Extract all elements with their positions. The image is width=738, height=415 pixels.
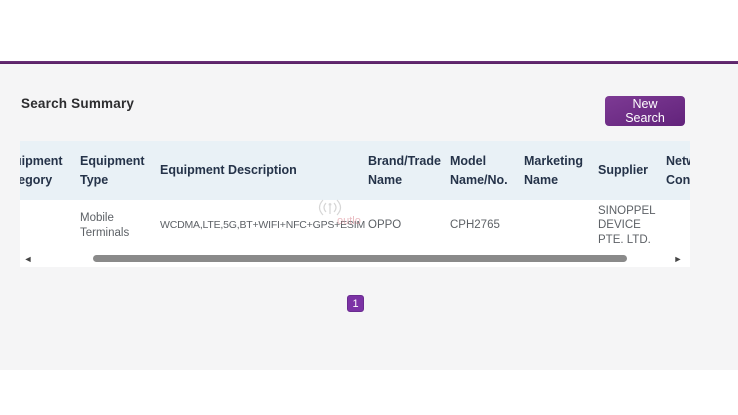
cell-equipment-description: WCDMA,LTE,5G,BT+WIFI+NFC+GPS+ESIM	[160, 200, 368, 251]
col-header-network-connection: Network Connection	[666, 141, 690, 200]
cell-brand-trade-name: OPPO	[368, 200, 450, 251]
cell-marketing-name	[524, 200, 598, 251]
col-header-model-name-no: Model Name/No.	[450, 141, 524, 200]
cell-network-connection	[666, 200, 690, 251]
table-row[interactable]: Mobile Terminals WCDMA,LTE,5G,BT+WIFI+NF…	[20, 200, 690, 251]
pagination-page-1[interactable]: 1	[347, 295, 364, 312]
cell-equipment-category	[20, 200, 80, 251]
new-search-button[interactable]: New Search	[605, 96, 685, 126]
col-header-brand-trade-name: Brand/Trade Name	[368, 141, 450, 200]
page: Search Summary New Search Equipment Cate…	[0, 0, 738, 415]
col-header-equipment-description: Equipment Description	[160, 141, 368, 200]
results-table: Equipment Category Equipment Type Equipm…	[20, 141, 690, 251]
col-header-supplier: Supplier	[598, 141, 666, 200]
table-header-row: Equipment Category Equipment Type Equipm…	[20, 141, 690, 200]
scrollbar-thumb[interactable]	[93, 255, 627, 262]
col-header-equipment-category: Equipment Category	[20, 141, 80, 200]
cell-model-name-no: CPH2765	[450, 200, 524, 251]
col-header-marketing-name: Marketing Name	[524, 141, 598, 200]
cell-supplier: SINOPPEL DEVICE PTE. LTD.	[598, 200, 666, 251]
horizontal-scrollbar[interactable]: ◄ ►	[20, 251, 690, 267]
col-header-equipment-type: Equipment Type	[80, 141, 160, 200]
page-title: Search Summary	[21, 96, 134, 111]
scroll-left-icon[interactable]: ◄	[23, 254, 33, 264]
cell-equipment-type: Mobile Terminals	[80, 200, 160, 251]
scroll-right-icon[interactable]: ►	[673, 254, 683, 264]
